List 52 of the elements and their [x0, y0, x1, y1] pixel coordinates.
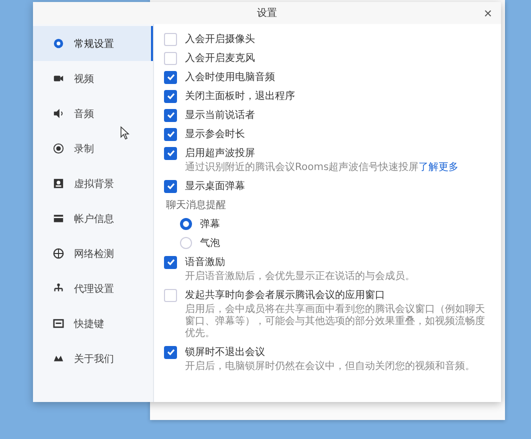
- window-title: 设置: [257, 6, 277, 20]
- checkmark-icon: [166, 347, 176, 357]
- sidebar-item[interactable]: 音频: [33, 96, 153, 131]
- option-description: 通过识别附近的腾讯会议Rooms超声波信号快速投屏了解更多: [185, 162, 459, 173]
- sidebar-item[interactable]: 网络检测: [33, 236, 153, 271]
- option-label: 入会开启摄像头: [185, 32, 255, 46]
- option-label: 锁屏时不退出会议: [185, 346, 265, 359]
- checkbox[interactable]: [164, 146, 177, 160]
- sidebar-item[interactable]: 录制: [33, 131, 153, 166]
- sidebar-item[interactable]: 帐户信息: [33, 201, 153, 236]
- sidebar-item[interactable]: 关于我们: [33, 341, 153, 376]
- option-label: 弹幕: [200, 218, 220, 231]
- option-description: 启用后，会中成员将在共享画面中看到您的腾讯会议窗口（例如聊天窗口、弹幕等），可能会与其他选项的部分效果重叠，如视频流畅度优先。: [185, 304, 485, 339]
- option-label: 显示当前说话者: [185, 108, 255, 122]
- option-label: 语音激励: [185, 256, 225, 269]
- checkbox[interactable]: [164, 70, 177, 84]
- sidebar-item[interactable]: 虚拟背景: [33, 166, 153, 201]
- record-icon: [53, 143, 64, 154]
- card-icon: [53, 213, 64, 224]
- camera-icon: [53, 73, 64, 84]
- logo-icon: [53, 353, 64, 364]
- tree-icon: [53, 283, 64, 294]
- option-label: 气泡: [200, 237, 220, 250]
- portrait-icon: [53, 178, 64, 189]
- radio-button[interactable]: [180, 218, 192, 230]
- option-label: 显示桌面弹幕: [185, 180, 245, 193]
- checkbox[interactable]: [164, 108, 177, 122]
- checkbox[interactable]: [164, 128, 177, 140]
- checkmark-icon: [166, 257, 176, 267]
- option-label: 发起共享时向参会者展示腾讯会议的应用窗口: [185, 288, 385, 302]
- pointer-cursor-icon: [120, 126, 130, 140]
- option-label: 入会时使用电脑音频: [185, 70, 275, 84]
- checkbox[interactable]: [164, 256, 177, 268]
- close-button[interactable]: ×: [480, 4, 495, 22]
- option-label: 入会开启麦克风: [185, 52, 255, 65]
- learn-more-link[interactable]: 了解更多: [418, 162, 459, 173]
- checkbox[interactable]: [164, 90, 177, 102]
- option-label: 显示参会时长: [185, 128, 245, 141]
- option-label: 关闭主面板时，退出程序: [185, 90, 295, 103]
- option-description: 开启语音激励后，会优先显示正在说话的与会成员。: [185, 271, 415, 282]
- checkbox[interactable]: [164, 346, 177, 358]
- section-label: 聊天消息提醒: [165, 198, 227, 212]
- sidebar-item[interactable]: 视频: [33, 61, 153, 96]
- sidebar-item[interactable]: 常规设置: [33, 26, 153, 61]
- sidebar-item[interactable]: 代理设置: [33, 271, 153, 306]
- globe-icon: [53, 248, 64, 259]
- sidebar-item[interactable]: 快捷键: [33, 306, 153, 341]
- option-label: 启用超声波投屏: [185, 146, 255, 160]
- checkmark-icon: [166, 181, 176, 191]
- speaker-icon: [53, 108, 64, 119]
- checkbox[interactable]: [164, 180, 177, 192]
- option-description: 开启后，电脑锁屏时仍然在会议中，但自动关闭您的视频和音频。: [185, 361, 475, 372]
